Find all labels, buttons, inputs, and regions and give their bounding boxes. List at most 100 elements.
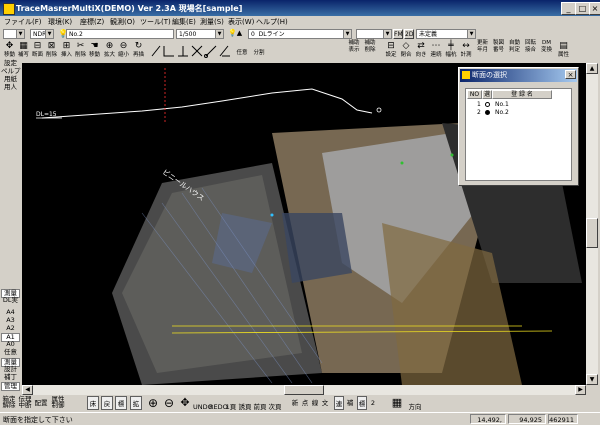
draw-line-icon[interactable] bbox=[151, 45, 161, 57]
tool-close[interactable]: ◇ 閉合 bbox=[399, 40, 413, 62]
btn-line[interactable]: 線 bbox=[310, 396, 320, 410]
scroll-down-icon[interactable]: ▼ bbox=[586, 374, 598, 385]
btn-point[interactable]: 点 bbox=[300, 396, 310, 410]
btn-prev-page[interactable]: 前頁 bbox=[253, 396, 267, 411]
left-item-custom[interactable]: 任意 bbox=[1, 349, 20, 356]
draw-perpendicular-icon[interactable] bbox=[178, 46, 188, 57]
menu-tools[interactable]: ツール(T) bbox=[140, 17, 171, 27]
vertical-scrollbar[interactable]: ▲ ▼ bbox=[586, 63, 598, 385]
tool-continuous[interactable]: ⋯ 連続 bbox=[429, 40, 443, 62]
left-item-user[interactable]: 用人 bbox=[1, 84, 20, 91]
grid-view-icon[interactable]: ▦ bbox=[391, 396, 403, 410]
chevron-down-icon[interactable]: ▼ bbox=[45, 30, 53, 38]
tool-split[interactable]: 分割 bbox=[252, 50, 266, 62]
menu-observation[interactable]: 観測(O) bbox=[110, 17, 135, 27]
draw-corner-icon[interactable] bbox=[163, 46, 174, 57]
btn-back[interactable]: 戻 bbox=[101, 396, 113, 410]
chevron-down-icon[interactable]: ▼ bbox=[467, 30, 475, 38]
left-item-settings[interactable]: 設定 bbox=[1, 60, 20, 67]
combo-mode[interactable]: ▼ bbox=[3, 29, 25, 39]
left-item-a4[interactable]: A4 bbox=[1, 309, 20, 316]
left-item-help[interactable]: ペルプ bbox=[1, 68, 21, 75]
close-button[interactable]: × bbox=[589, 2, 600, 15]
draw-diagonal-icon[interactable] bbox=[204, 45, 217, 58]
left-item-paper[interactable]: 用紙 bbox=[1, 76, 20, 83]
btn-two[interactable]: 2 bbox=[368, 396, 378, 410]
left-item-a3[interactable]: A3 bbox=[1, 317, 20, 324]
tool-aux-delete[interactable]: 補助 削除 bbox=[362, 40, 378, 62]
tool-setting[interactable]: ⊟ 設定 bbox=[384, 40, 398, 62]
combo-scale[interactable]: 1/500 ▼ bbox=[176, 29, 224, 39]
left-item-a0[interactable]: A0 bbox=[1, 341, 20, 348]
tool-copy[interactable]: ▦ 補写 bbox=[17, 40, 30, 62]
tool-dm-convert[interactable]: DM 変換 bbox=[539, 40, 554, 62]
combo-extra[interactable]: ▼ bbox=[356, 29, 392, 39]
chevron-down-icon[interactable]: ▼ bbox=[383, 30, 391, 38]
combo-ndr[interactable]: NDR ▼ bbox=[30, 29, 54, 39]
tool-arbitrary[interactable]: 任意 bbox=[235, 50, 249, 62]
survey-point[interactable] bbox=[270, 213, 274, 217]
menu-edit[interactable]: 編集(E) bbox=[172, 17, 196, 27]
btn-next-page[interactable]: 次頁 bbox=[268, 396, 282, 411]
chevron-down-icon[interactable]: ▼ bbox=[215, 30, 223, 38]
maximize-button[interactable]: □ bbox=[575, 2, 590, 15]
horizontal-scroll-thumb[interactable] bbox=[284, 385, 324, 395]
btn-guide-page[interactable]: 誘頁 bbox=[238, 396, 252, 411]
zoom-out-icon[interactable]: ⊖ bbox=[162, 396, 176, 410]
btn-supplement[interactable]: 補 bbox=[345, 396, 355, 410]
btn-mark[interactable]: 標 bbox=[357, 396, 367, 410]
survey-point[interactable] bbox=[450, 153, 454, 157]
btn-expand[interactable]: 拡 bbox=[130, 396, 142, 410]
tool-drawing-number[interactable]: 製図 番号 bbox=[491, 40, 506, 62]
tool-zoom-in[interactable]: ⊕ 拡大 bbox=[103, 40, 116, 62]
column-header-no[interactable]: NO bbox=[467, 90, 482, 99]
list-item[interactable]: 2 No.2 bbox=[466, 108, 571, 117]
tool-zoom-out[interactable]: ⊖ 縮小 bbox=[117, 40, 130, 62]
btn-link[interactable]: 連 bbox=[334, 396, 344, 410]
btn-standard[interactable]: 標 bbox=[115, 396, 127, 410]
column-header-select[interactable]: 選 bbox=[482, 90, 492, 99]
scroll-left-icon[interactable]: ◀ bbox=[22, 385, 33, 395]
left-item-dl[interactable]: DL実 bbox=[1, 297, 20, 304]
undo-button[interactable]: UNDO bbox=[193, 396, 213, 411]
combo-point[interactable]: No.2 bbox=[66, 29, 174, 39]
minimize-button[interactable]: _ bbox=[561, 2, 576, 15]
chevron-down-icon[interactable]: ▼ bbox=[343, 30, 351, 38]
combo-layer[interactable]: 0 DLライン ▼ bbox=[248, 29, 352, 39]
tool-direction[interactable]: ⇄ 向き bbox=[414, 40, 428, 62]
btn-one-page[interactable]: 1頁 bbox=[225, 396, 237, 411]
left-item-design[interactable]: 設計 bbox=[1, 366, 20, 373]
survey-point[interactable] bbox=[400, 161, 404, 165]
zoom-in-icon[interactable]: ⊕ bbox=[146, 396, 160, 410]
menu-view[interactable]: 表示(W) bbox=[228, 17, 254, 27]
dialog-close-button[interactable]: × bbox=[565, 70, 576, 79]
scroll-right-icon[interactable]: ▶ bbox=[575, 385, 586, 395]
radio-filled-icon[interactable] bbox=[485, 110, 490, 115]
btn-floor[interactable]: 床 bbox=[87, 396, 99, 410]
2d-button[interactable]: 2D bbox=[404, 29, 414, 39]
btn-interrupt[interactable]: 伝理 中断 bbox=[18, 396, 32, 410]
fm-button[interactable]: FM bbox=[393, 29, 403, 39]
tool-auto-judge[interactable]: 自動 判定 bbox=[507, 40, 522, 62]
btn-direction[interactable]: 方向 bbox=[405, 396, 425, 411]
tool-rotate-join[interactable]: 回転 接合 bbox=[523, 40, 538, 62]
pan-icon[interactable]: ✥ bbox=[178, 396, 192, 410]
left-item-manage[interactable]: 管理 bbox=[1, 382, 20, 391]
btn-place[interactable]: 配置 bbox=[34, 396, 48, 410]
menu-coordinates[interactable]: 座標(Z) bbox=[80, 17, 104, 27]
btn-new[interactable]: 新 bbox=[290, 396, 300, 410]
scroll-up-icon[interactable]: ▲ bbox=[586, 63, 598, 74]
dialog-title-bar[interactable]: 断面の選択 bbox=[460, 69, 577, 82]
tool-section[interactable]: ⊟ 断面 bbox=[31, 40, 44, 62]
menu-survey[interactable]: 測量(S) bbox=[200, 17, 224, 27]
left-item-a2[interactable]: A2 bbox=[1, 325, 20, 332]
tool-redraw[interactable]: ↻ 再描 bbox=[132, 40, 145, 62]
tool-delete-point[interactable]: ⊠ 削除 bbox=[45, 40, 58, 62]
tool-insert[interactable]: ⊞ 挿入 bbox=[60, 40, 73, 62]
tool-aux-show[interactable]: 補助 表示 bbox=[346, 40, 362, 62]
chevron-down-icon[interactable]: ▼ bbox=[16, 30, 24, 38]
vertical-scroll-thumb[interactable] bbox=[586, 218, 598, 248]
menu-environment[interactable]: 環境(K) bbox=[48, 17, 72, 27]
combo-status[interactable]: 未定義 ▼ bbox=[416, 29, 476, 39]
tool-measure[interactable]: ↔ 計測 bbox=[459, 40, 473, 62]
